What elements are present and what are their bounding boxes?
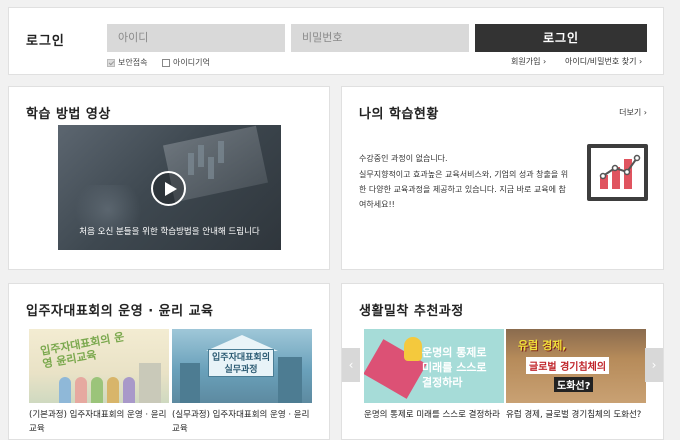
video-panel-title: 학습 방법 영상 xyxy=(26,107,111,122)
checkbox-icon xyxy=(162,58,170,67)
recommend-title: 생활밀착 추천과정 xyxy=(359,304,464,319)
ethics-title: 입주자대표회의 운영 · 윤리 교육 xyxy=(26,304,214,319)
play-icon[interactable] xyxy=(151,171,186,206)
thumbnail-text: 유럽 경제, xyxy=(518,339,567,352)
building-illustration xyxy=(139,363,161,403)
person-illustration xyxy=(107,377,119,403)
find-account-link[interactable]: 아이디/비밀번호 찾기 › xyxy=(565,56,642,67)
study-method-video[interactable]: 처음 오신 분들을 위한 학습방법을 안내해 드립니다 xyxy=(58,125,281,250)
thumbnail-text: 입주자대표회의 운영 윤리교육 xyxy=(39,330,126,371)
study-description: 실무지향적이고 효과높은 교육서비스와, 기업의 성과 창출을 위한 다양한 교… xyxy=(359,170,569,209)
password-input[interactable]: 비밀번호 xyxy=(291,24,469,52)
trend-line-icon xyxy=(599,154,641,180)
thumbnail-text: 글로벌 경기침체의 xyxy=(526,357,610,374)
secure-login-checkbox[interactable]: 보안접속 xyxy=(107,57,147,68)
more-link[interactable]: 더보기 › xyxy=(619,107,647,118)
person-illustration xyxy=(75,377,87,403)
checkbox-checked-icon xyxy=(107,58,115,67)
course-caption[interactable]: 운명의 통제로 미래를 스스로 결정하라 xyxy=(364,408,506,422)
login-button[interactable]: 로그인 xyxy=(475,24,647,52)
login-title: 로그인 xyxy=(26,34,65,49)
building-illustration xyxy=(278,357,302,403)
my-study-status-panel: 나의 학습현황 더보기 › 수강중인 과정이 없습니다. 실무지향적이고 효과높… xyxy=(341,86,664,270)
course-caption[interactable]: (실무과정) 입주자대표회의 운영 · 윤리교육 xyxy=(172,408,314,436)
building-illustration xyxy=(180,363,200,403)
thumbnail-text: 입주자대표회의 실무과정 xyxy=(208,349,274,377)
no-course-message: 수강중인 과정이 없습니다. xyxy=(359,154,448,163)
remember-id-checkbox[interactable]: 아이디기억 xyxy=(162,57,210,68)
remember-id-label: 아이디기억 xyxy=(173,58,210,67)
person-illustration xyxy=(59,377,71,403)
study-method-video-panel: 학습 방법 영상 처음 오신 분들을 위한 학습방법을 안내해 드립니다 xyxy=(8,86,330,270)
course-caption[interactable]: 유럽 경제, 글로벌 경기침체의 도화선? xyxy=(506,408,648,422)
growth-chart-icon xyxy=(587,144,648,201)
thumbnail-text: 운명의 통제로 미래를 스스로 결정하라 xyxy=(422,346,487,389)
recommended-courses-panel: 생활밀착 추천과정 운명의 통제로 미래를 스스로 결정하라 운명의 통제로 미… xyxy=(341,283,664,440)
next-arrow-icon[interactable]: › xyxy=(645,348,663,382)
person-illustration xyxy=(123,377,135,403)
lightbulb-icon xyxy=(404,337,422,361)
join-link[interactable]: 회원가입 › xyxy=(511,56,546,67)
video-caption: 처음 오신 분들을 위한 학습방법을 안내해 드립니다 xyxy=(79,227,260,237)
my-study-title: 나의 학습현황 xyxy=(359,107,439,122)
ethics-education-panel: 입주자대표회의 운영 · 윤리 교육 입주자대표회의 운영 윤리교육 (기본과정… xyxy=(8,283,330,440)
course-thumbnail[interactable]: 운명의 통제로 미래를 스스로 결정하라 xyxy=(364,329,504,403)
video-background-chart xyxy=(188,153,194,175)
person-illustration xyxy=(91,377,103,403)
prev-arrow-icon[interactable]: ‹ xyxy=(342,348,360,382)
thumbnail-text: 도화선? xyxy=(554,377,594,392)
course-thumbnail[interactable]: 입주자대표회의 실무과정 xyxy=(172,329,312,403)
course-thumbnail[interactable]: 유럽 경제, 글로벌 경기침체의 도화선? xyxy=(506,329,646,403)
login-bar: 로그인 아이디 비밀번호 로그인 보안접속 아이디기억 회원가입 › 아이디/비… xyxy=(8,7,664,75)
course-caption[interactable]: (기본과정) 입주자대표회의 운영 · 윤리교육 xyxy=(29,408,171,436)
course-thumbnail[interactable]: 입주자대표회의 운영 윤리교육 xyxy=(29,329,169,403)
id-input[interactable]: 아이디 xyxy=(107,24,285,52)
secure-login-label: 보안접속 xyxy=(118,58,148,67)
